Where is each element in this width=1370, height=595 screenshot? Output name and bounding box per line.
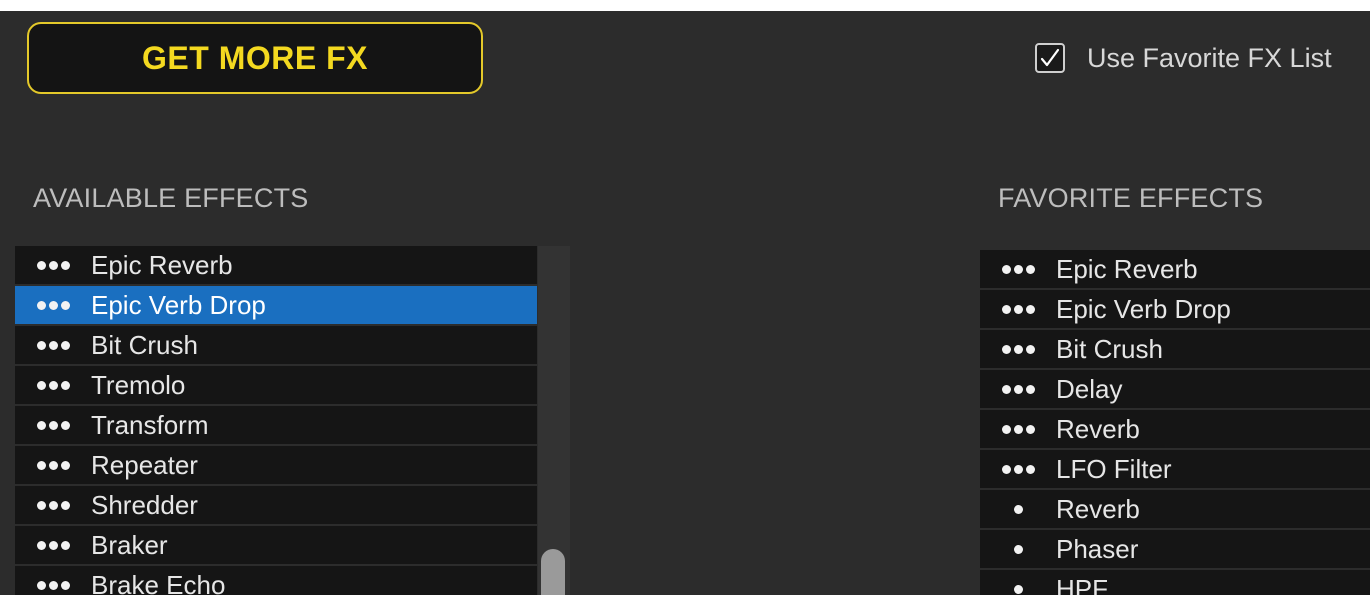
available-effects-scrollbar[interactable] [538, 246, 570, 595]
available-effect-item[interactable]: Epic Reverb [15, 246, 537, 284]
favorite-effect-item[interactable]: Reverb [980, 490, 1370, 528]
effect-label: Transform [91, 409, 209, 440]
favorite-effects-title: FAVORITE EFFECTS [998, 183, 1264, 213]
drag-handle-icon[interactable] [980, 384, 1056, 394]
favorite-effect-item[interactable]: Reverb [980, 410, 1370, 448]
effect-label: Reverb [1056, 493, 1140, 524]
drag-handle-icon[interactable] [15, 340, 91, 350]
drag-handle-icon[interactable] [980, 344, 1056, 354]
available-effect-item[interactable]: Bit Crush [15, 326, 537, 364]
use-favorite-fx-toggle[interactable]: Use Favorite FX List [1035, 39, 1332, 77]
drag-handle-icon[interactable] [15, 300, 91, 310]
favorite-effect-item[interactable]: Phaser [980, 530, 1370, 568]
favorite-effect-item[interactable]: Epic Verb Drop [980, 290, 1370, 328]
drag-handle-icon[interactable] [15, 500, 91, 510]
available-effect-item[interactable]: Braker [15, 526, 537, 564]
drag-handle-icon[interactable] [980, 504, 1056, 514]
drag-handle-icon[interactable] [980, 304, 1056, 314]
effect-label: Bit Crush [91, 329, 198, 360]
drag-handle-icon[interactable] [15, 540, 91, 550]
available-effect-item[interactable]: Brake Echo [15, 566, 537, 595]
drag-handle-icon[interactable] [15, 380, 91, 390]
effect-label: Epic Reverb [91, 249, 233, 280]
effect-label: Shredder [91, 489, 198, 520]
drag-handle-icon[interactable] [15, 420, 91, 430]
drag-handle-icon[interactable] [980, 264, 1056, 274]
available-effect-item[interactable]: Transform [15, 406, 537, 444]
get-more-fx-button[interactable]: GET MORE FX [27, 22, 483, 94]
effect-label: Tremolo [91, 369, 186, 400]
available-effect-item[interactable]: Repeater [15, 446, 537, 484]
use-favorite-fx-label: Use Favorite FX List [1087, 42, 1332, 73]
drag-handle-icon[interactable] [980, 544, 1056, 554]
favorite-effect-item[interactable]: Delay [980, 370, 1370, 408]
drag-handle-icon[interactable] [980, 424, 1056, 434]
drag-handle-icon[interactable] [980, 584, 1056, 594]
available-effect-item[interactable]: Tremolo [15, 366, 537, 404]
favorite-effect-item[interactable]: Bit Crush [980, 330, 1370, 368]
drag-handle-icon[interactable] [15, 460, 91, 470]
effect-label: Bit Crush [1056, 333, 1163, 364]
effect-label: Epic Verb Drop [1056, 293, 1231, 324]
fx-settings-panel: GET MORE FX Use Favorite FX List AVAILAB… [0, 11, 1370, 595]
drag-handle-icon[interactable] [15, 260, 91, 270]
available-effect-item[interactable]: Shredder [15, 486, 537, 524]
drag-handle-icon[interactable] [980, 464, 1056, 474]
favorite-effect-item[interactable]: Epic Reverb [980, 250, 1370, 288]
drag-handle-icon[interactable] [15, 580, 91, 590]
available-effects-list: Epic Reverb Epic Verb Drop Bit Crush Tremol… [15, 246, 537, 595]
checkmark-icon [1040, 48, 1060, 67]
effect-label: Repeater [91, 449, 198, 480]
effect-label: Reverb [1056, 413, 1140, 444]
effect-label: Delay [1056, 373, 1123, 404]
available-effects-scroll-thumb[interactable] [541, 549, 565, 595]
use-favorite-fx-checkbox[interactable] [1035, 43, 1065, 73]
effect-label: LFO Filter [1056, 453, 1172, 484]
effect-label: Braker [91, 529, 168, 560]
available-effect-item[interactable]: Epic Verb Drop [15, 286, 537, 324]
favorite-effect-item[interactable]: LFO Filter [980, 450, 1370, 488]
available-effects-title: AVAILABLE EFFECTS [33, 183, 309, 213]
effect-label: Phaser [1056, 533, 1139, 564]
effect-label: Brake Echo [91, 569, 226, 595]
favorite-effect-item[interactable]: HPF [980, 570, 1370, 595]
effect-label: HPF [1056, 573, 1108, 595]
effect-label: Epic Reverb [1056, 253, 1198, 284]
favorite-effects-list: Epic Reverb Epic Verb Drop Bit Crush Delay R… [980, 250, 1370, 595]
effect-label: Epic Verb Drop [91, 289, 266, 320]
